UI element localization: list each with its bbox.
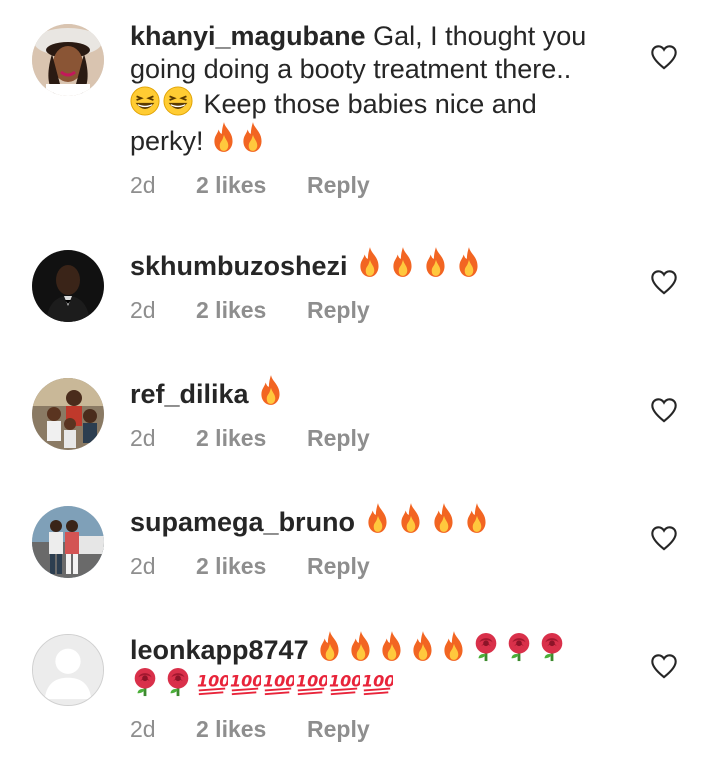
comment-body: ref_dilika 2d 2 likes Reply [130, 374, 600, 452]
fire-emoji-icon [240, 121, 266, 153]
comment-meta: 2d 2 likes Reply [130, 297, 600, 324]
comment-body: khanyi_magubane Gal, I thought you going… [130, 20, 600, 199]
comment-text-line: going doing a booty treatment there.. [130, 54, 572, 84]
comment-timestamp: 2d [130, 425, 156, 451]
hundred-emoji-icon [262, 667, 294, 697]
likes-count-link[interactable]: 2 likes [196, 297, 307, 324]
comment-username[interactable]: ref_dilika [130, 379, 249, 409]
avatar[interactable] [32, 24, 104, 96]
comment-body: leonkapp8747 2d 2 likes Reply [130, 630, 610, 743]
comment-body: supamega_bruno 2d 2 likes Reply [130, 502, 600, 580]
comment-meta: 2d 2 likes Reply [130, 425, 600, 452]
reply-button[interactable]: Reply [307, 172, 370, 199]
avatar[interactable] [32, 250, 104, 322]
fire-emoji-icon [256, 374, 286, 406]
fire-emoji-icon [347, 630, 375, 662]
comment-body: skhumbuzoshezi 2d 2 likes Reply [130, 246, 600, 324]
reply-button[interactable]: Reply [307, 716, 370, 743]
avatar[interactable] [32, 506, 104, 578]
fire-emoji-icon [388, 246, 418, 278]
fire-emoji-icon [396, 502, 426, 534]
comment-text-line: perky! [130, 126, 204, 156]
fire-emoji-icon [421, 246, 451, 278]
comment-meta: 2d 2 likes Reply [130, 716, 610, 743]
fire-emoji-icon [363, 502, 393, 534]
comment-text: khanyi_magubane Gal, I thought you going… [130, 20, 600, 158]
comment-username[interactable]: skhumbuzoshezi [130, 251, 348, 281]
comment-timestamp: 2d [130, 553, 156, 579]
heart-icon[interactable] [650, 269, 678, 295]
likes-count-link[interactable]: 2 likes [196, 425, 307, 452]
comment-timestamp: 2d [130, 716, 156, 742]
heart-icon[interactable] [650, 525, 678, 551]
avatar[interactable] [32, 378, 104, 450]
comment-username[interactable]: leonkapp8747 [130, 635, 309, 665]
comment-timestamp: 2d [130, 172, 156, 198]
reply-button[interactable]: Reply [307, 297, 370, 324]
comment-timestamp: 2d [130, 297, 156, 323]
rose-emoji-icon [504, 632, 534, 662]
comment-text-line: Gal, I thought you [373, 21, 587, 51]
hundred-emoji-icon [361, 667, 393, 697]
laugh-emoji-icon [163, 86, 193, 116]
fire-emoji-icon [454, 246, 484, 278]
fire-emoji-icon [355, 246, 385, 278]
rose-emoji-icon [130, 667, 160, 697]
likes-count-link[interactable]: 2 likes [196, 553, 307, 580]
comment-text: skhumbuzoshezi [130, 246, 600, 283]
comment-username[interactable]: supamega_bruno [130, 507, 355, 537]
comment-text: leonkapp8747 [130, 630, 610, 702]
rose-emoji-icon [471, 632, 501, 662]
laugh-emoji-icon [130, 86, 160, 116]
fire-emoji-icon [429, 502, 459, 534]
heart-icon[interactable] [650, 653, 678, 679]
comment-meta: 2d 2 likes Reply [130, 172, 600, 199]
reply-button[interactable]: Reply [307, 553, 370, 580]
heart-icon[interactable] [650, 44, 678, 70]
hundred-emoji-icon [295, 667, 327, 697]
fire-emoji-icon [440, 630, 468, 662]
comment-username[interactable]: khanyi_magubane [130, 21, 366, 51]
avatar[interactable] [32, 634, 104, 706]
likes-count-link[interactable]: 2 likes [196, 172, 307, 199]
comment-text: ref_dilika [130, 374, 600, 411]
hundred-emoji-icon [229, 667, 261, 697]
comment-meta: 2d 2 likes Reply [130, 553, 600, 580]
rose-emoji-icon [537, 632, 567, 662]
fire-emoji-icon [316, 630, 344, 662]
fire-emoji-icon [462, 502, 492, 534]
heart-icon[interactable] [650, 397, 678, 423]
fire-emoji-icon [409, 630, 437, 662]
likes-count-link[interactable]: 2 likes [196, 716, 307, 743]
reply-button[interactable]: Reply [307, 425, 370, 452]
hundred-emoji-icon [328, 667, 360, 697]
comment-text-line: Keep those babies nice and [203, 89, 537, 119]
fire-emoji-icon [378, 630, 406, 662]
fire-emoji-icon [211, 121, 237, 153]
comment-text: supamega_bruno [130, 502, 600, 539]
rose-emoji-icon [163, 667, 193, 697]
hundred-emoji-icon [196, 667, 228, 697]
